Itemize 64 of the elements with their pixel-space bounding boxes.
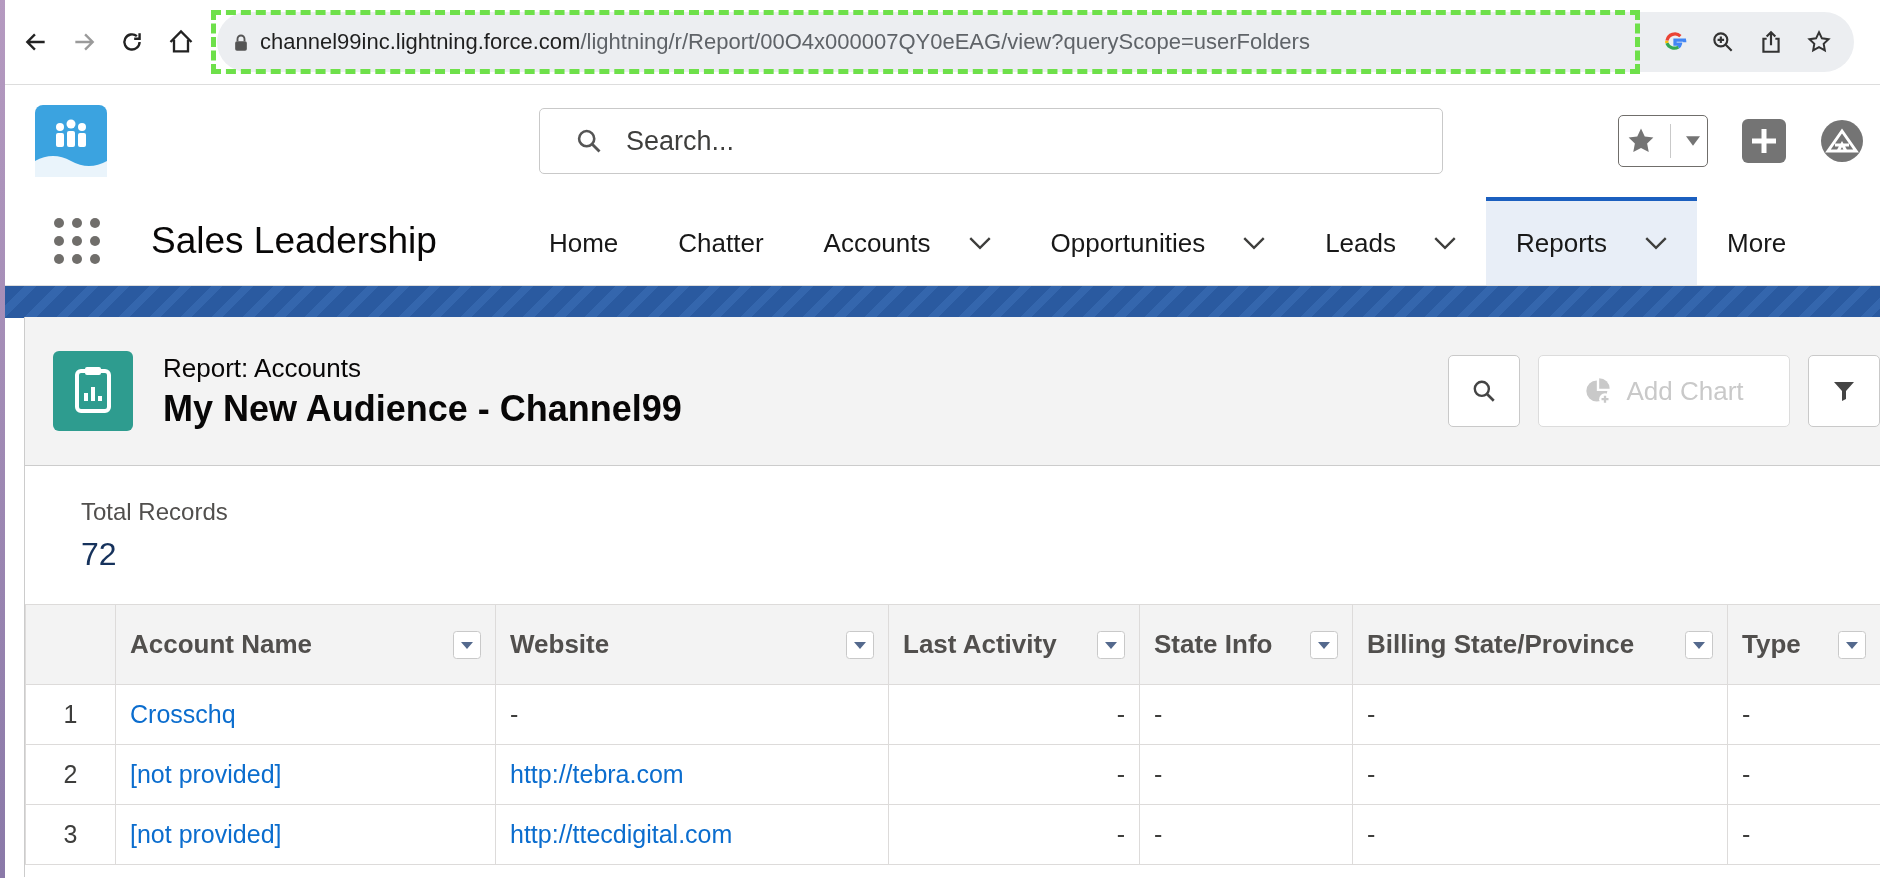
table-cell: -: [1352, 804, 1728, 865]
bookmark-star-icon[interactable]: [1806, 29, 1832, 55]
column-header[interactable]: Type: [1727, 604, 1880, 685]
column-header[interactable]: Billing State/Province: [1352, 604, 1728, 685]
column-header[interactable]: State Info: [1139, 604, 1353, 685]
column-header[interactable]: Website: [495, 604, 889, 685]
summary-label: Total Records: [81, 498, 229, 526]
nav-tab[interactable]: More: [1697, 197, 1817, 285]
report-title: My New Audience - Channel99: [163, 387, 682, 430]
url-text: channel99inc.lightning.force.com/lightning/r/Report/00O4x000007QY0eEAG/view?queryScope=userFolders: [260, 29, 1310, 55]
app-launcher-icon[interactable]: [53, 217, 101, 265]
nav-tab[interactable]: Opportunities: [1020, 197, 1296, 285]
cell-link[interactable]: [not provided]: [115, 804, 496, 865]
chevron-down-icon[interactable]: [1434, 236, 1456, 250]
app-logo[interactable]: [35, 105, 107, 177]
row-number: 3: [25, 804, 116, 865]
search-icon: [575, 127, 603, 155]
report-icon: [53, 351, 133, 431]
column-menu-icon[interactable]: [453, 630, 481, 659]
cell-link[interactable]: http://tebra.com: [495, 744, 889, 805]
column-menu-icon[interactable]: [846, 630, 874, 659]
column-menu-icon[interactable]: [1838, 630, 1866, 659]
favorites-button[interactable]: [1618, 115, 1708, 167]
pie-chart-plus-icon: [1584, 377, 1613, 405]
table-cell: -: [1139, 804, 1353, 865]
caret-icon: [1685, 136, 1700, 146]
table-cell: -: [1139, 684, 1353, 745]
mountain-icon[interactable]: [1820, 119, 1864, 163]
home-icon[interactable]: [167, 28, 195, 56]
cell-link[interactable]: http://ttecdigital.com: [495, 804, 889, 865]
cell-link[interactable]: Crosschq: [115, 684, 496, 745]
table-cell: -: [888, 684, 1140, 745]
table-cell: -: [1352, 684, 1728, 745]
app-name: Sales Leadership: [151, 220, 437, 262]
column-menu-icon[interactable]: [1097, 630, 1125, 659]
table-cell: -: [888, 804, 1140, 865]
column-menu-icon[interactable]: [1310, 630, 1338, 659]
row-number: 2: [25, 744, 116, 805]
summary-value: 72: [81, 536, 118, 573]
search-field[interactable]: Search...: [539, 108, 1443, 174]
chevron-down-icon[interactable]: [968, 236, 991, 250]
table-cell: -: [1352, 744, 1728, 805]
table-cell: -: [1139, 744, 1353, 805]
cell-link[interactable]: [not provided]: [115, 744, 496, 805]
nav-tab[interactable]: Home: [518, 197, 649, 285]
lock-icon: [234, 33, 248, 51]
nav-tab[interactable]: Chatter: [648, 197, 794, 285]
nav-tab[interactable]: Reports: [1486, 197, 1698, 285]
search-icon: [1471, 378, 1497, 404]
nav-tab[interactable]: Leads: [1295, 197, 1486, 285]
column-menu-icon[interactable]: [1685, 630, 1713, 659]
chevron-down-icon[interactable]: [1645, 236, 1668, 250]
filter-button[interactable]: [1808, 355, 1880, 427]
table-cell: -: [495, 684, 889, 745]
plus-icon[interactable]: [1742, 119, 1786, 163]
report-type: Report: Accounts: [163, 352, 362, 384]
table-cell: -: [888, 744, 1140, 805]
column-header[interactable]: Account Name: [115, 604, 496, 685]
search-button[interactable]: [1448, 355, 1520, 427]
filter-icon: [1832, 379, 1856, 403]
nav-tab[interactable]: Accounts: [793, 197, 1021, 285]
column-header[interactable]: Last Activity: [888, 604, 1140, 685]
row-number: 1: [25, 684, 116, 745]
chevron-down-icon[interactable]: [1243, 236, 1266, 250]
